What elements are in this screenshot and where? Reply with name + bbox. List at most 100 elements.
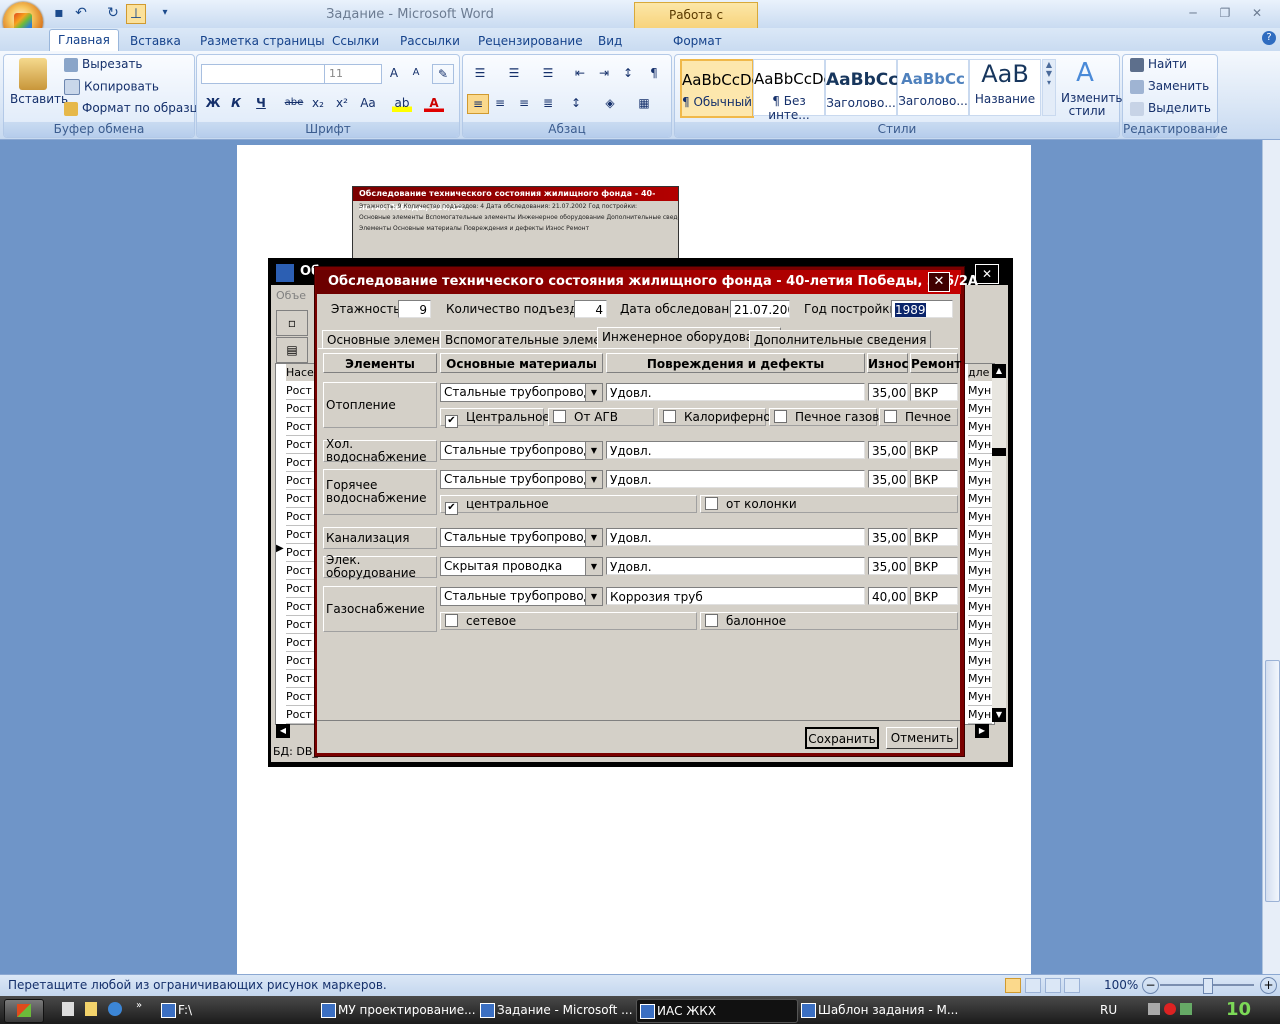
style-heading-1[interactable]: AaBbCc Заголово... [825,59,898,116]
change-styles-icon[interactable]: A [1070,58,1100,88]
opt-boiler[interactable]: от колонки [700,495,958,513]
show-desktop-icon[interactable] [62,1002,74,1016]
language-indicator[interactable]: RU [1100,1003,1117,1017]
bold-button[interactable]: Ж [203,94,223,112]
checkbox-icon[interactable] [774,410,787,423]
scroll-left-icon[interactable]: ◀ [276,724,290,738]
grid-vscroll[interactable]: ▲ ▼ [992,364,1006,722]
defects-field[interactable]: Удовл. [606,470,865,488]
sort-icon[interactable]: ↕ [618,64,638,82]
wear-field[interactable]: 35,00 [868,557,908,575]
opt-stove[interactable]: Печное [879,408,958,426]
checkbox-icon[interactable] [884,410,897,423]
web-layout-icon[interactable] [1044,978,1061,993]
align-center-icon[interactable]: ≡ [490,94,510,112]
tray-icons[interactable] [1148,1003,1208,1017]
material-dropdown[interactable]: Стальные трубопроводы ▼ [440,383,603,402]
dropdown-arrow-icon[interactable]: ▼ [585,442,602,459]
grid-cell-owner[interactable]: Муни [968,598,992,616]
select-button[interactable]: Выделить [1130,101,1211,116]
grid-cell-owner[interactable]: Муни [968,454,992,472]
wear-field[interactable]: 35,00 [868,441,908,459]
entrances-field[interactable]: 4 [574,300,607,318]
justify-icon[interactable]: ≣ [538,94,558,112]
network-icon[interactable] [1179,1003,1192,1015]
opt-central-hotwater[interactable]: ✔ центральное [440,495,697,515]
checkbox-icon[interactable]: ✔ [445,415,458,428]
grid-cell-owner[interactable]: Муни [968,400,992,418]
style-title[interactable]: AaB Название [969,59,1041,116]
strikethrough-button[interactable]: abe [284,94,304,112]
tab-view[interactable]: Вид [590,31,630,51]
maximize-button[interactable]: ❐ [1214,4,1236,22]
grid-cell-owner[interactable]: Муни [968,526,992,544]
highlight-icon[interactable]: ab [392,94,412,112]
checkbox-icon[interactable] [663,410,676,423]
tab-additional-info[interactable]: Дополнительные сведения [749,330,932,349]
embedded-picture[interactable]: Обследование технического состояния жили… [352,186,679,260]
zoom-slider-thumb[interactable] [1203,978,1213,994]
built-year-field[interactable]: 1989 [891,300,953,318]
taskbar-item-drive[interactable]: F:\ [158,999,328,1021]
outline-icon[interactable] [1064,978,1081,993]
speaker-icon[interactable] [1148,1003,1160,1015]
grid-cell-owner[interactable]: Муни [968,562,992,580]
repair-field[interactable]: ВКР [910,557,958,575]
zoom-in-icon[interactable]: + [1260,977,1277,994]
dropdown-arrow-icon[interactable]: ▼ [585,558,602,575]
opt-agv[interactable]: От АГВ [548,408,654,426]
dropdown-arrow-icon[interactable]: ▼ [585,471,602,488]
numbering-icon[interactable]: ☰ [504,64,524,82]
shrink-font-icon[interactable]: A [406,64,426,82]
checkbox-icon[interactable] [445,614,458,627]
notepad-icon[interactable] [85,1002,97,1016]
align-left-icon[interactable]: ≡ [467,94,489,114]
line-spacing-icon[interactable]: ↕ [566,94,586,112]
grid-cell-owner[interactable]: Муни [968,472,992,490]
scroll-up-icon[interactable]: ▲ [992,364,1006,378]
align-right-icon[interactable]: ≡ [514,94,534,112]
copy-button[interactable]: Копировать [64,79,159,95]
new-doc-icon[interactable]: ▫ [276,310,308,336]
replace-button[interactable]: Заменить [1130,79,1209,94]
multilevel-list-icon[interactable]: ☰ [538,64,558,82]
taskbar-item-zadanie[interactable]: Задание - Microsoft ... [477,999,647,1021]
scrollbar-thumb[interactable] [1265,660,1280,902]
print-layout-icon[interactable] [1005,978,1021,993]
tab-home[interactable]: Главная [49,29,119,52]
repair-field[interactable]: ВКР [910,587,958,605]
app-menu[interactable]: Объе [276,289,306,302]
scroll-right-icon[interactable]: ▶ [975,724,989,738]
italic-button[interactable]: К [226,94,246,112]
grid-cell-owner[interactable]: Муни [968,670,992,688]
tab-format[interactable]: Формат [665,31,730,51]
tab-references[interactable]: Ссылки [324,31,387,51]
material-dropdown[interactable]: Скрытая проводка ▼ [440,557,603,576]
styles-scroll[interactable]: ▲ ▼ ▾ [1042,59,1056,116]
reading-layout-icon[interactable] [1024,978,1041,993]
dropdown-arrow-icon[interactable]: ▼ [585,529,602,546]
antivirus-icon[interactable] [1163,1003,1176,1015]
decrease-indent-icon[interactable]: ⇤ [570,64,590,82]
grid-cell-owner[interactable]: Муни [968,490,992,508]
close-button[interactable]: ✕ [1246,4,1268,22]
help-icon[interactable]: ? [1262,31,1276,45]
wear-field[interactable]: 35,00 [868,528,908,546]
font-size-combo[interactable]: 11 [324,64,382,84]
defects-field[interactable]: Удовл. [606,383,865,401]
material-dropdown[interactable]: Стальные трубопроводы ▼ [440,587,603,606]
underline-button[interactable]: Ч [251,94,271,112]
shading-icon[interactable]: ◈ [600,94,620,112]
dropdown-arrow-icon[interactable]: ▼ [585,384,602,401]
defects-field[interactable]: Коррозия труб [606,587,865,605]
change-case-button[interactable]: Aa [358,94,378,112]
view-buttons[interactable] [1005,978,1095,993]
change-styles-button[interactable]: Изменить стили [1061,92,1123,118]
copy-record-icon[interactable]: ▤ [276,337,308,363]
defects-field[interactable]: Удовл. [606,528,865,546]
ie-icon[interactable] [108,1002,122,1016]
increase-indent-icon[interactable]: ⇥ [594,64,614,82]
grid-cell-owner[interactable]: Муни [968,544,992,562]
opt-gas-network[interactable]: сетевое [440,612,697,630]
font-color-icon[interactable]: A [424,94,444,112]
